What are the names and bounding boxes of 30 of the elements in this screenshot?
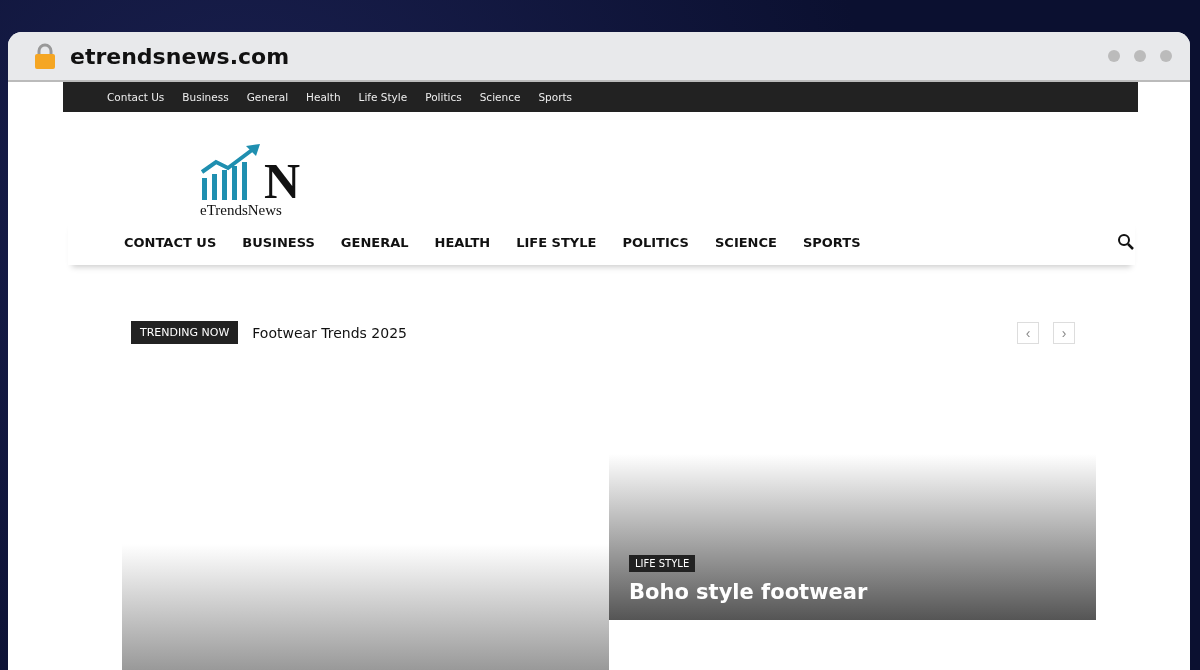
next-button[interactable]: › — [1053, 321, 1075, 344]
main-menu-link[interactable]: LIFE STYLE — [516, 234, 597, 250]
main-menu-link[interactable]: GENERAL — [340, 234, 409, 250]
window-dot-icon — [1108, 50, 1120, 62]
top-menu-link[interactable]: Business — [182, 91, 229, 103]
post-title[interactable]: Boho style footwear — [629, 580, 1076, 604]
main-menu-link[interactable]: SCIENCE — [715, 234, 777, 250]
top-menu-link[interactable]: Health — [306, 91, 341, 103]
top-menu-link[interactable]: General — [246, 91, 289, 103]
top-menu-link[interactable]: Politics — [425, 91, 462, 103]
padlock-icon — [34, 43, 56, 69]
main-menu-link[interactable]: CONTACT US — [124, 234, 217, 250]
top-menu-link[interactable]: Contact Us — [107, 91, 165, 103]
main-menu-link[interactable]: BUSINESS — [242, 234, 315, 250]
top-menu-link[interactable]: Life Style — [358, 91, 408, 103]
window-dot-icon — [1160, 50, 1172, 62]
trending-headline[interactable]: Footwear Trends 2025 — [252, 324, 1003, 341]
trending-label: TRENDING NOW — [131, 321, 239, 344]
prev-button[interactable]: ‹ — [1017, 321, 1039, 344]
search-icon[interactable] — [1117, 233, 1135, 251]
logo-letter: N — [264, 159, 301, 202]
main-menu-link[interactable]: SPORTS — [802, 234, 861, 250]
logo-name: eTrendsNews — [200, 202, 283, 219]
top-menu-link[interactable]: Science — [479, 91, 521, 103]
post-card[interactable]: LIFE STYLE Boho style footwear — [609, 454, 1096, 620]
category-tag[interactable]: LIFE STYLE — [629, 555, 696, 572]
window-dot-icon — [1134, 50, 1146, 62]
main-menu-link[interactable]: HEALTH — [434, 234, 491, 250]
top-menu-link[interactable]: Sports — [538, 91, 573, 103]
main-menu-link[interactable]: POLITICS — [622, 234, 689, 250]
